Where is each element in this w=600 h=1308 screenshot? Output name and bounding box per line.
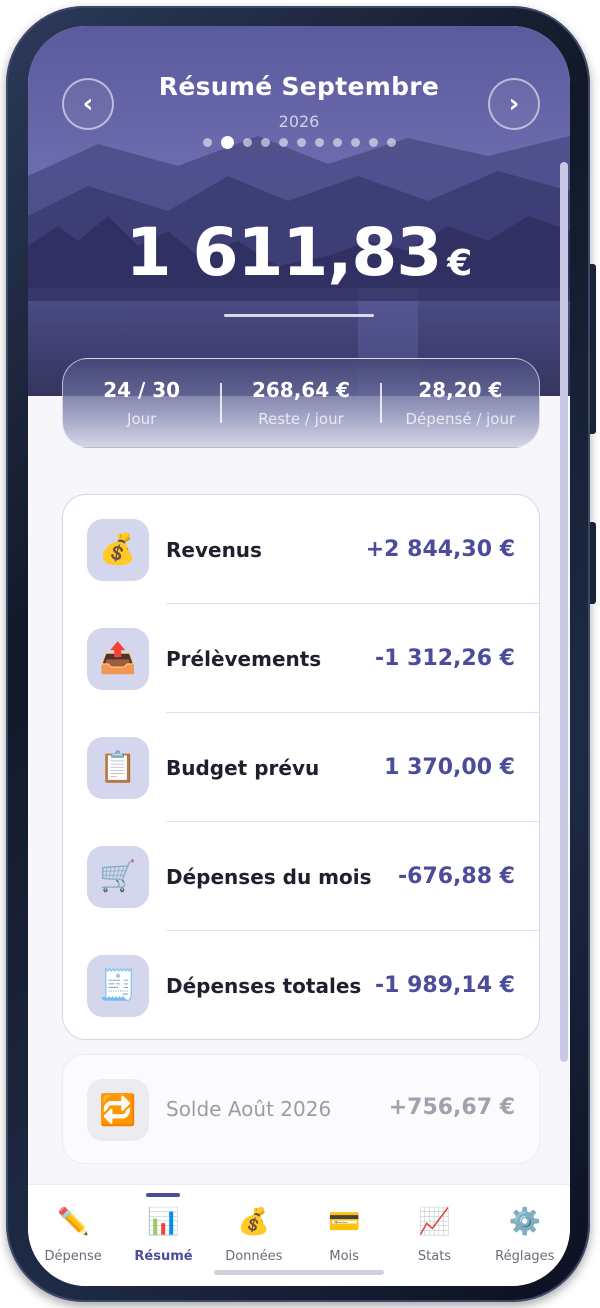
previous-balance-value: +756,67 €: [388, 1095, 515, 1120]
balance-amount: 1 611,83: [125, 214, 443, 291]
tab-depense[interactable]: ✏️ Dépense: [28, 1185, 118, 1286]
volume-button: [590, 264, 596, 434]
page-title: Résumé Septembre: [158, 72, 440, 101]
page-indicator[interactable]: [28, 136, 570, 149]
row-label: Dépenses totales: [166, 973, 362, 998]
pencil-icon: ✏️: [56, 1207, 90, 1237]
tab-stats[interactable]: 📈 Stats: [389, 1185, 479, 1286]
app-screen: ‹ › Résumé Septembre 2026 1 611,83 € 24 /…: [28, 26, 570, 1286]
summary-row-depenses-totales[interactable]: 🧾 Dépenses totales -1 989,14 €: [63, 931, 539, 1040]
row-value: -1 312,26 €: [375, 646, 515, 671]
row-label: Budget prévu: [166, 755, 320, 780]
money-bag-icon: 💰: [87, 518, 149, 581]
repeat-icon: 🔁: [87, 1079, 149, 1141]
tab-label: Mois: [329, 1249, 359, 1264]
tab-label: Stats: [417, 1249, 452, 1264]
row-label: Revenus: [166, 537, 262, 562]
stat-value: 268,64 €: [251, 378, 351, 402]
power-button: [590, 522, 596, 604]
stat-label: Reste / jour: [258, 410, 344, 428]
tab-resume[interactable]: 📊 Résumé: [118, 1185, 208, 1286]
shopping-cart-icon: 🛒: [87, 845, 149, 908]
row-value: 1 370,00 €: [384, 755, 515, 780]
tab-label: Résumé: [134, 1249, 193, 1264]
previous-month-balance[interactable]: 🔁 Solde Août 2026 +756,67 €: [62, 1054, 540, 1164]
stat-label: Dépensé / jour: [405, 410, 516, 428]
tab-label: Dépense: [44, 1249, 102, 1264]
year-label: 2026: [278, 112, 320, 131]
summary-row-prelevements[interactable]: 📤 Prélèvements -1 312,26 €: [63, 604, 539, 713]
stat-spent-per-day: 28,20 € Dépensé / jour: [382, 378, 539, 428]
previous-balance-label: Solde Août 2026: [166, 1097, 332, 1121]
page-dot[interactable]: [278, 138, 288, 147]
money-bag-icon: 💰: [237, 1207, 270, 1237]
remaining-balance: 1 611,83 €: [28, 214, 570, 291]
tab-label: Réglages: [495, 1249, 555, 1264]
active-tab-indicator: [146, 1193, 181, 1197]
summary-card: 💰 Revenus +2 844,30 € 📤 Prélèvements -1 …: [62, 494, 540, 1040]
tab-reglages[interactable]: ⚙️ Réglages: [480, 1185, 570, 1286]
row-value: -676,88 €: [398, 864, 515, 889]
row-value: -1 989,14 €: [375, 973, 515, 998]
page-dot-active[interactable]: [220, 136, 234, 149]
balance-underline: [224, 314, 374, 317]
page-dot[interactable]: [314, 138, 324, 147]
page-dot[interactable]: [386, 138, 396, 147]
page-dot[interactable]: [202, 138, 212, 147]
outbox-tray-icon: 📤: [87, 627, 149, 690]
summary-row-revenus[interactable]: 💰 Revenus +2 844,30 €: [63, 495, 539, 604]
stat-value: 24 / 30: [103, 378, 181, 402]
chart-increasing-icon: 📈: [418, 1207, 451, 1237]
summary-row-depenses-mois[interactable]: 🛒 Dépenses du mois -676,88 €: [63, 822, 539, 931]
phone-frame: ‹ › Résumé Septembre 2026 1 611,83 € 24 /…: [6, 6, 596, 1302]
credit-card-icon: 💳: [327, 1207, 361, 1237]
page-dot[interactable]: [296, 138, 306, 147]
row-value: +2 844,30 €: [365, 537, 515, 562]
scrollbar[interactable]: [560, 162, 568, 1062]
hero-header: ‹ › Résumé Septembre 2026 1 611,83 €: [28, 26, 570, 396]
page-dot[interactable]: [350, 138, 360, 147]
home-indicator: [214, 1270, 384, 1275]
summary-row-budget[interactable]: 📋 Budget prévu 1 370,00 €: [63, 713, 539, 822]
page-dot[interactable]: [332, 138, 342, 147]
gear-icon: ⚙️: [508, 1207, 541, 1237]
row-label: Prélèvements: [166, 646, 322, 671]
page-dot[interactable]: [260, 138, 270, 147]
stat-label: Jour: [127, 410, 157, 428]
stat-value: 28,20 €: [418, 378, 503, 402]
tab-label: Données: [225, 1249, 283, 1264]
bar-chart-icon: 📊: [147, 1207, 180, 1237]
page-dot[interactable]: [368, 138, 378, 147]
stat-day: 24 / 30 Jour: [63, 378, 220, 428]
balance-currency: €: [447, 243, 473, 284]
page-dot[interactable]: [242, 138, 252, 147]
row-label: Dépenses du mois: [166, 864, 372, 889]
daily-stats-bar: 24 / 30 Jour 268,64 € Reste / jour 28,20…: [62, 358, 540, 448]
stat-remaining-per-day: 268,64 € Reste / jour: [222, 378, 379, 428]
receipt-icon: 🧾: [87, 954, 149, 1017]
clipboard-icon: 📋: [87, 736, 149, 799]
